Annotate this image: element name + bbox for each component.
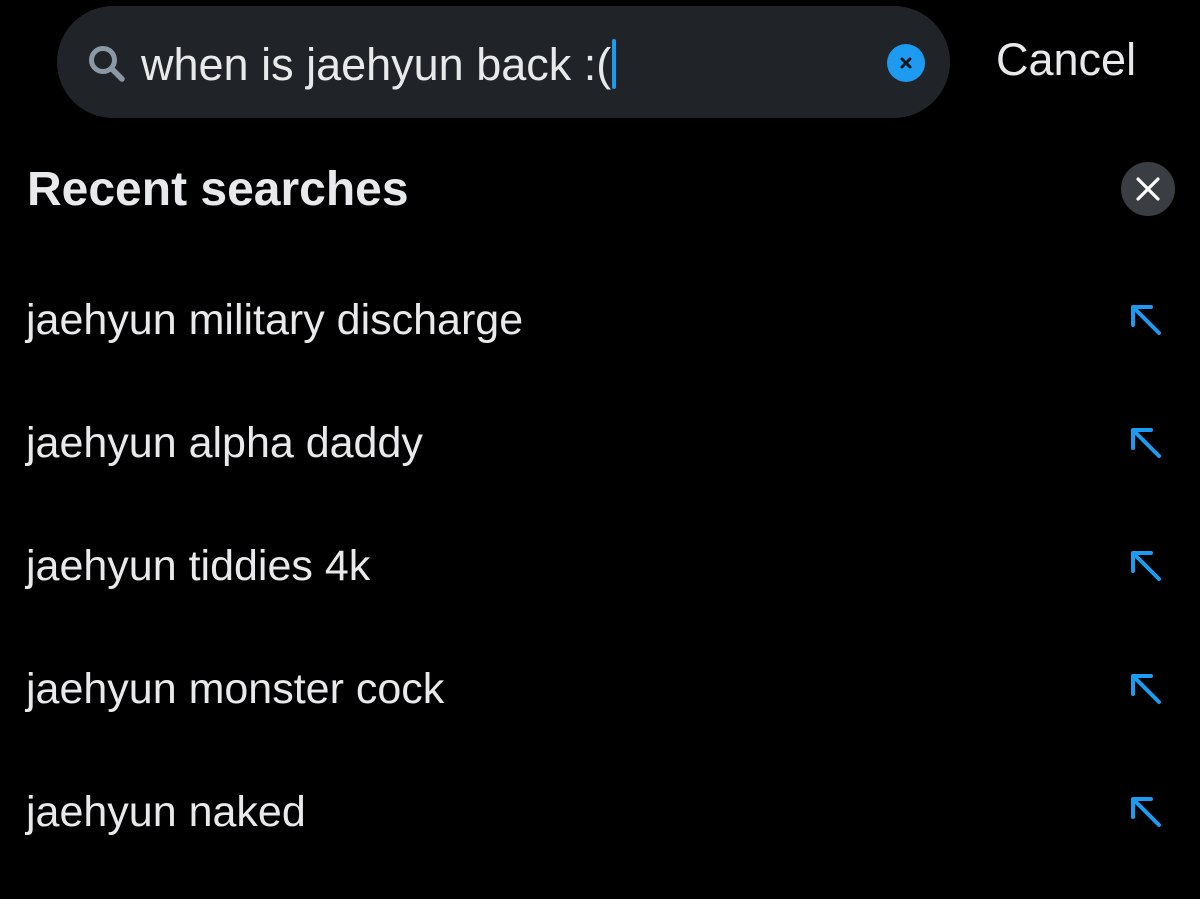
search-icon [87,44,127,84]
fill-arrow-icon[interactable] [1127,793,1167,833]
fill-arrow-icon[interactable] [1127,547,1167,587]
recent-search-item[interactable]: jaehyun alpha daddy [0,381,1200,504]
search-field[interactable]: when is jaehyun back :( [57,6,950,118]
recent-search-item[interactable]: jaehyun naked [0,750,1200,873]
fill-arrow-icon[interactable] [1127,424,1167,464]
fill-arrow-icon[interactable] [1127,301,1167,341]
clear-icon [900,57,912,69]
recent-searches-heading: Recent searches [27,163,409,216]
recent-search-label: jaehyun naked [26,788,306,836]
recent-search-label: jaehyun tiddies 4k [26,542,371,590]
recent-search-item[interactable]: jaehyun monster cock [0,627,1200,750]
recent-search-label: jaehyun military discharge [26,296,524,344]
recent-search-item[interactable]: jaehyun tiddies 4k [0,504,1200,627]
text-caret [612,39,617,89]
clear-recent-searches-button[interactable] [1121,162,1175,216]
fill-arrow-icon[interactable] [1127,670,1167,710]
clear-search-button[interactable] [887,44,925,82]
recent-searches-list: jaehyun military discharge jaehyun alpha… [0,258,1200,873]
search-query-text: when is jaehyun back :( [141,38,612,90]
recent-search-label: jaehyun alpha daddy [26,419,423,467]
close-icon [1136,177,1160,201]
cancel-button[interactable]: Cancel [996,30,1136,90]
recent-search-label: jaehyun monster cock [26,665,445,713]
search-input[interactable]: when is jaehyun back :( [141,34,617,94]
recent-search-item[interactable]: jaehyun military discharge [0,258,1200,381]
